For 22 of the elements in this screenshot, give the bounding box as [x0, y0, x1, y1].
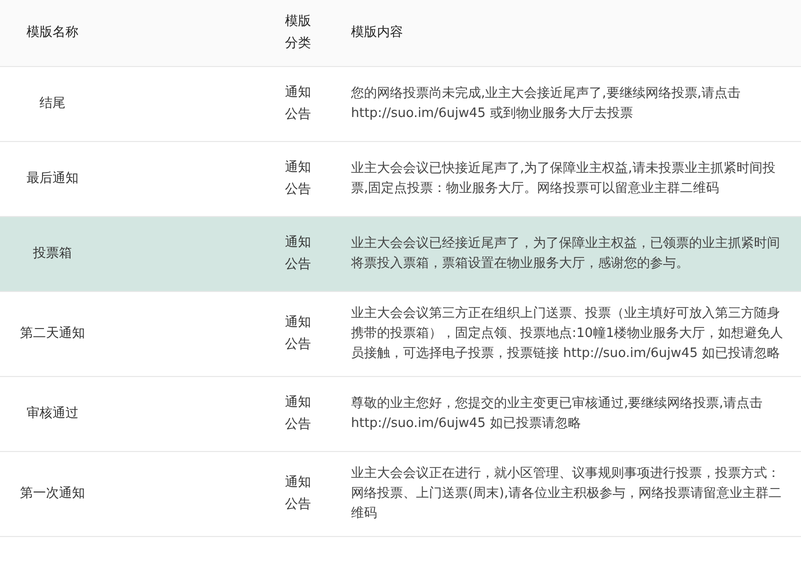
- table-cell-text: 审核通过: [26, 405, 80, 423]
- table-cell-text: 业主大会会议已经接近尾声了，为了保障业主权益，已领票的业主抓紧时间将票投入票箱，票箱设置在物业服务大厅，感谢您的参与。: [351, 235, 781, 273]
- column-header: 模版名称: [26, 24, 80, 42]
- table-cell-text: 通知公告: [285, 474, 312, 514]
- table-cell-text: 通知公告: [285, 314, 312, 354]
- table-cell-text: 通知公告: [285, 84, 312, 124]
- table-cell-text: 通知公告: [285, 159, 312, 199]
- table-row[interactable]: 投票箱 通知公告 业主大会会议已经接近尾声了，为了保障业主权益，已领票的业主抓紧时间将票投入票箱，票箱设置在物业服务大厅，感谢您的参与。: [0, 217, 801, 292]
- table-cell-text: 业主大会会议已快接近尾声了,为了保障业主权益,请未投票业主抓紧时间投票,固定点投票：物业服务大厅。网络投票可以留意业主群二维码: [351, 160, 776, 198]
- table-cell-text: 通知公告: [285, 234, 312, 274]
- table-cell-text: 您的网络投票尚未完成,业主大会接近尾声了,要继续网络投票,请点击 http://suo.im/6ujw45 或到物业服务大厅去投票: [351, 85, 742, 123]
- table-cell-text: 投票箱: [32, 245, 73, 263]
- table-cell-text: 第二天通知: [19, 325, 86, 343]
- column-header: 模版内容: [351, 24, 404, 42]
- table-cell-text: 第一次通知: [19, 485, 86, 503]
- table-cell-text: 业主大会会议正在进行，就小区管理、议事规则事项进行投票，投票方式：网络投票、上门送票(周末),请各位业主积极参与，网络投票请留意业主群二维码: [351, 465, 782, 523]
- table-cell-text: 结尾: [38, 95, 66, 113]
- table-cell-text: 最后通知: [26, 170, 80, 188]
- table-cell-text: 尊敬的业主您好，您提交的业主变更已审核通过,要继续网络投票,请点击 http://suo.im/6ujw45 如已投票请忽略: [351, 395, 764, 433]
- table-cell-text: 通知公告: [285, 394, 312, 434]
- table-cell-text: 业主大会会议第三方正在组织上门送票、投票（业主填好可放入第三方随身携带的投票箱），固定点领、投票地点:10幢1楼物业服务大厅，如想避免人员接触，可选择电子投票，投票链接 http://suo.im/6ujw45 如已投请忽略: [351, 305, 784, 363]
- column-header: 模版分类: [285, 13, 312, 53]
